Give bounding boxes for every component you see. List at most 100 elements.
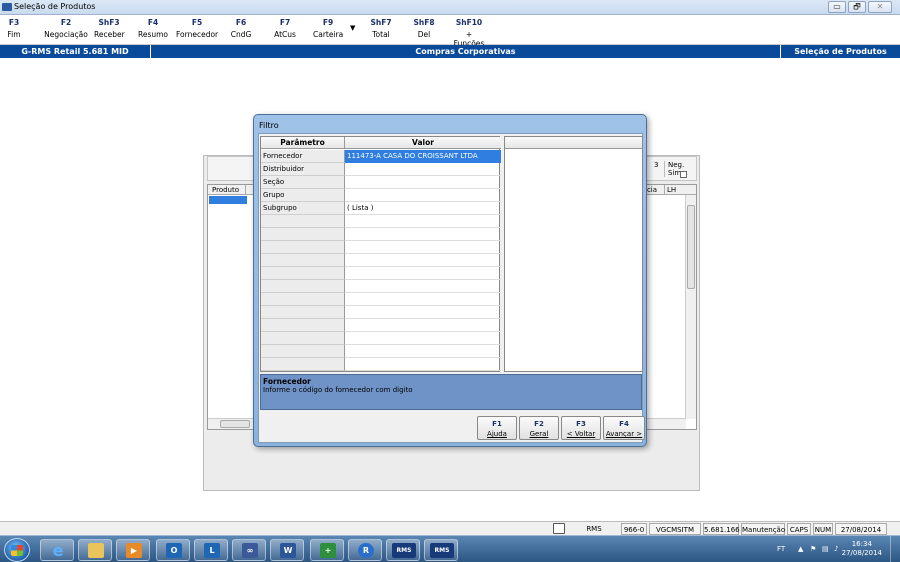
parameter-row[interactable] <box>261 345 501 358</box>
toolbar-negociacao-button[interactable]: F2 Negociação <box>44 18 88 39</box>
parameter-value-cell[interactable] <box>345 215 501 228</box>
parameter-row[interactable]: Grupo <box>261 189 501 202</box>
parameter-row[interactable] <box>261 319 501 332</box>
parameter-value-cell[interactable] <box>345 254 501 267</box>
help-text: Informe o código do fornecedor com digit… <box>263 386 413 394</box>
tray-expand-icon[interactable]: ▲ <box>798 545 803 553</box>
lh-column-header[interactable]: LH <box>664 185 676 195</box>
parameter-row[interactable]: Fornecedor 111473-A CASA DO CROISSANT LTD… <box>261 150 501 163</box>
scroll-thumb[interactable] <box>687 205 695 289</box>
parameter-name-cell <box>261 358 345 371</box>
products-vertical-scrollbar[interactable] <box>685 195 696 419</box>
parameter-value-cell[interactable] <box>345 345 501 358</box>
minimize-button[interactable]: ▭ <box>828 1 846 13</box>
tray-clock[interactable]: 16:34 27/08/2014 <box>842 540 882 558</box>
taskbar-explorer[interactable] <box>78 539 112 561</box>
parameter-name-cell <box>261 228 345 241</box>
parameter-row[interactable]: Seção <box>261 176 501 189</box>
toolbar-total-button[interactable]: ShF7 Total <box>368 18 394 39</box>
parameter-name-cell <box>261 280 345 293</box>
show-desktop-button[interactable] <box>890 536 900 562</box>
parameter-value-cell[interactable] <box>345 358 501 371</box>
parameter-value-cell[interactable] <box>345 280 501 293</box>
tray-volume-icon[interactable]: ♪ <box>834 545 838 553</box>
toolbar-fim-button[interactable]: F3 Fim <box>4 18 24 39</box>
system-tray: FT ▲ ⚑ ▤ ♪ 16:34 27/08/2014 <box>760 536 900 562</box>
parameter-row[interactable] <box>261 280 501 293</box>
tray-language[interactable]: FT <box>777 545 785 553</box>
status-system: RMS <box>586 525 602 533</box>
parameter-row[interactable] <box>261 254 501 267</box>
tray-flag-icon[interactable]: ⚑ <box>810 545 816 553</box>
parameter-value-cell[interactable]: ( Lista ) <box>345 202 501 215</box>
neg-simp-checkbox[interactable] <box>680 171 687 178</box>
ajuda-button[interactable]: F1 Ajuda <box>477 416 517 440</box>
parameter-row[interactable] <box>261 306 501 319</box>
parameter-value-cell[interactable] <box>345 306 501 319</box>
start-button[interactable] <box>4 538 30 562</box>
taskbar-app[interactable]: ∞ <box>232 539 266 561</box>
parameter-row[interactable] <box>261 293 501 306</box>
status-version: 5.681.166 <box>703 523 740 535</box>
toolbar-atcus-button[interactable]: F7 AtCus <box>272 18 298 39</box>
taskbar-word[interactable]: W <box>270 539 304 561</box>
parameter-value-cell[interactable] <box>345 267 501 280</box>
taskbar-outlook[interactable]: O <box>156 539 190 561</box>
status-bar: RMS 966-0 VGCMSITM 5.681.166 Manutenção … <box>0 521 900 535</box>
parameter-row[interactable] <box>261 228 501 241</box>
taskbar-lync[interactable]: L <box>194 539 228 561</box>
parameter-value-cell[interactable] <box>345 189 501 202</box>
tray-network-icon[interactable]: ▤ <box>822 545 829 553</box>
toolbar-resumo-button[interactable]: F4 Resumo <box>137 18 169 39</box>
avancar-button[interactable]: F4 Avançar > <box>603 416 645 440</box>
function-toolbar: F3 Fim F2 Negociação ShF3 Receber F4 Resumo … <box>0 15 900 48</box>
parameter-value-cell[interactable] <box>345 176 501 189</box>
parameter-row[interactable] <box>261 241 501 254</box>
outlook-icon: O <box>166 543 182 558</box>
parameter-row[interactable] <box>261 267 501 280</box>
parameter-value-cell[interactable] <box>345 228 501 241</box>
parameter-row[interactable] <box>261 332 501 345</box>
taskbar-addon[interactable]: + <box>310 539 344 561</box>
restore-button[interactable]: 🗗 <box>848 1 866 13</box>
parameter-value-cell[interactable] <box>345 163 501 176</box>
preview-panel-header <box>505 137 642 149</box>
rms-alt-icon: R <box>358 543 374 558</box>
parameter-value-cell[interactable] <box>345 332 501 345</box>
word-icon: W <box>280 543 296 558</box>
voltar-button[interactable]: F3 < Voltar <box>561 416 601 440</box>
parameter-row[interactable]: Distribuidor <box>261 163 501 176</box>
produto-column-header[interactable]: Produto <box>212 185 247 195</box>
version-label: G-RMS Retail 5.681 MID <box>0 45 151 58</box>
taskbar-rms-alt[interactable]: R <box>348 539 382 561</box>
parameter-row[interactable] <box>261 215 501 228</box>
toolbar-cndg-button[interactable]: F6 CndG <box>229 18 253 39</box>
parameter-value-cell[interactable] <box>345 319 501 332</box>
valor-column-header: Valor <box>345 137 501 149</box>
module-label: Compras Corporativas <box>151 45 781 58</box>
parameter-table: Parâmetro Valor Fornecedor 111473-A CASA … <box>260 136 501 372</box>
taskbar-ie[interactable]: e <box>40 539 74 561</box>
toolbar-receber-button[interactable]: ShF3 Receber <box>94 18 125 39</box>
toolbar-del-button[interactable]: ShF8 Del <box>413 18 435 39</box>
taskbar-rms-1[interactable]: RMS <box>386 539 420 561</box>
parameter-value-cell[interactable]: 111473-A CASA DO CROISSANT LTDA <box>345 150 501 163</box>
lync-icon: L <box>204 543 220 558</box>
toolbar-carteira-button[interactable]: F9 Carteira <box>313 18 343 39</box>
parameter-value-cell[interactable] <box>345 241 501 254</box>
toolbar-more-arrow-icon[interactable]: ▼ <box>350 24 355 32</box>
parameter-name-cell <box>261 306 345 319</box>
close-button[interactable]: ✕ <box>868 1 892 13</box>
toolbar-fornecedor-button[interactable]: F5 Fornecedor <box>176 18 218 39</box>
parameter-row[interactable] <box>261 358 501 371</box>
selected-product-cell[interactable] <box>209 196 247 204</box>
parameter-value-cell[interactable] <box>345 293 501 306</box>
parameter-row[interactable]: Subgrupo( Lista ) <box>261 202 501 215</box>
app-icon <box>2 3 12 11</box>
scroll-thumb[interactable] <box>220 420 250 428</box>
taskbar-media[interactable]: ▶ <box>116 539 150 561</box>
toolbar-mais-funcoes-button[interactable]: ShF10 + Funções <box>450 18 488 48</box>
parameter-name-cell: Distribuidor <box>261 163 345 176</box>
taskbar-rms-2[interactable]: RMS <box>424 539 458 561</box>
geral-button[interactable]: F2 Geral <box>519 416 559 440</box>
